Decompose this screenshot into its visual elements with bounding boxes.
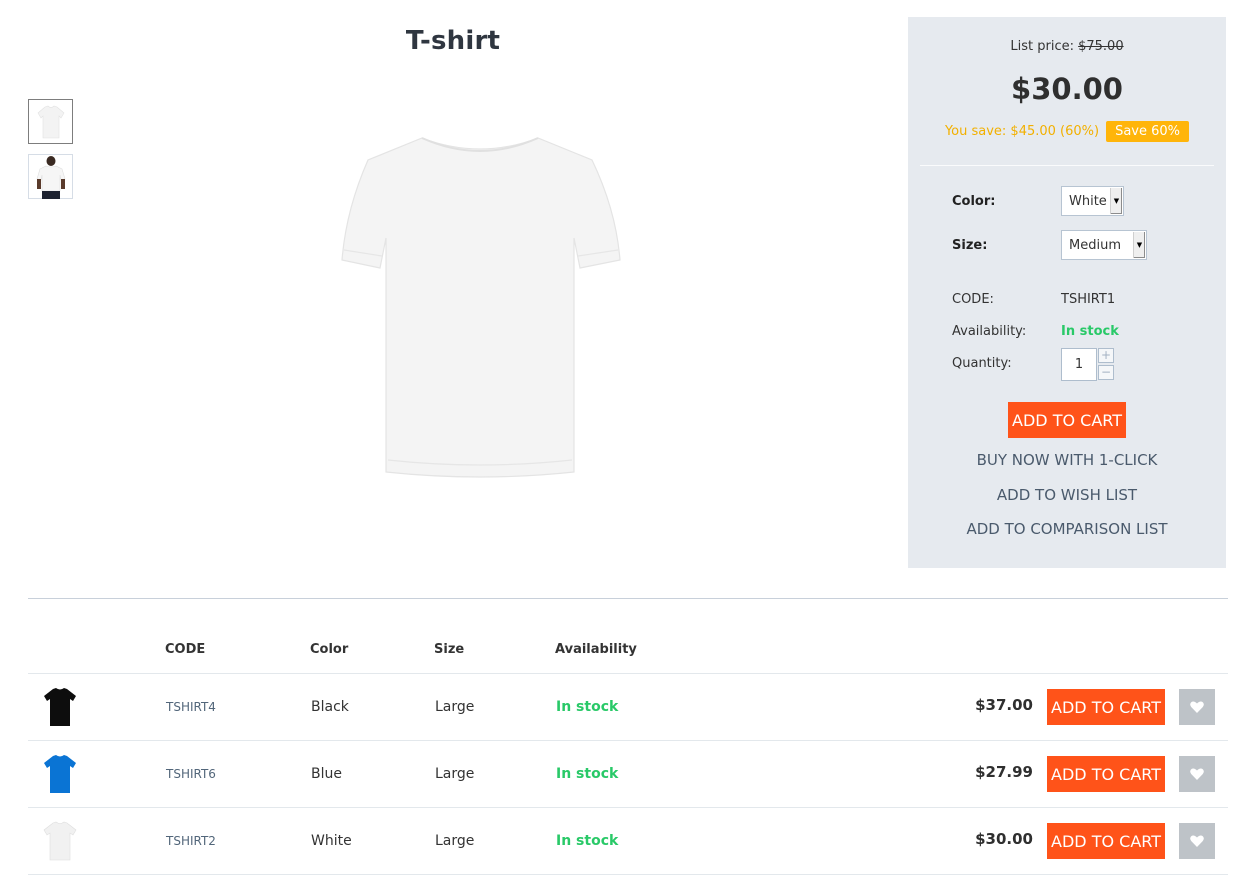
- size-select-value: Medium: [1069, 237, 1121, 253]
- current-price: $30.00: [1011, 72, 1123, 106]
- variant-wishlist-button[interactable]: [1179, 689, 1215, 725]
- list-price-value: $75.00: [1078, 39, 1124, 54]
- variant-code-link[interactable]: TSHIRT6: [166, 767, 216, 781]
- section-divider: [28, 598, 1228, 599]
- blue-tshirt-thumbnail-icon: [44, 755, 76, 793]
- row-divider: [28, 874, 1228, 875]
- plus-icon: +: [1100, 348, 1112, 362]
- column-header-availability: Availability: [555, 642, 637, 657]
- variant-color: Blue: [311, 766, 342, 782]
- buy-now-link[interactable]: BUY NOW WITH 1-CLICK: [908, 451, 1226, 469]
- tshirt-thumbnail-icon: [37, 105, 64, 138]
- availability-value: In stock: [1061, 324, 1119, 339]
- variant-size: Large: [435, 833, 475, 849]
- minus-icon: −: [1100, 365, 1112, 379]
- table-row: TSHIRT2 White Large In stock $30.00 ADD …: [28, 808, 1228, 875]
- size-label: Size:: [952, 238, 988, 253]
- list-price-label: List price:: [1010, 39, 1074, 54]
- variant-code-link[interactable]: TSHIRT2: [166, 834, 216, 848]
- add-to-comparison-link[interactable]: ADD TO COMPARISON LIST: [908, 520, 1226, 538]
- list-price: List price: $75.00: [908, 39, 1226, 54]
- savings-row: You save: $45.00 (60%) Save 60%: [908, 121, 1226, 142]
- code-value: TSHIRT1: [1061, 292, 1116, 307]
- column-header-code: CODE: [165, 642, 206, 657]
- variant-availability: In stock: [556, 833, 619, 849]
- model-thumbnail-icon: [36, 155, 65, 199]
- code-label: CODE:: [952, 292, 994, 307]
- white-tshirt-thumbnail-icon: [43, 821, 77, 861]
- column-header-size: Size: [434, 642, 465, 657]
- quantity-increase-button[interactable]: +: [1098, 348, 1114, 363]
- panel-divider: [920, 165, 1214, 166]
- add-to-wish-list-link[interactable]: ADD TO WISH LIST: [908, 486, 1226, 504]
- color-select-value: White: [1069, 193, 1107, 209]
- thumbnail-2[interactable]: [28, 154, 73, 199]
- quantity-label: Quantity:: [952, 356, 1012, 371]
- black-tshirt-thumbnail-icon: [44, 688, 76, 726]
- variant-wishlist-button[interactable]: [1179, 823, 1215, 859]
- chevron-down-icon: ▼: [1110, 188, 1122, 214]
- variant-wishlist-button[interactable]: [1179, 756, 1215, 792]
- you-save-text: You save: $45.00 (60%): [944, 124, 1100, 139]
- color-select[interactable]: White ▼: [1061, 186, 1124, 216]
- product-title: T-shirt: [405, 26, 501, 56]
- color-label: Color:: [952, 194, 996, 209]
- variant-availability: In stock: [556, 699, 619, 715]
- variant-size: Large: [435, 699, 475, 715]
- variant-color: White: [311, 833, 352, 849]
- variant-price: $27.99: [975, 763, 1033, 781]
- quantity-decrease-button[interactable]: −: [1098, 365, 1114, 380]
- purchase-panel: List price: $75.00 $30.00 You save: $45.…: [908, 17, 1226, 568]
- add-to-cart-button[interactable]: ADD TO CART: [1008, 402, 1126, 438]
- size-select[interactable]: Medium ▼: [1061, 230, 1147, 260]
- variant-add-to-cart-button[interactable]: ADD TO CART: [1047, 756, 1165, 792]
- quantity-input[interactable]: 1: [1061, 348, 1097, 381]
- main-product-image: [341, 137, 621, 478]
- variant-color: Black: [311, 699, 349, 715]
- table-row: TSHIRT4 Black Large In stock $37.00 ADD …: [28, 674, 1228, 741]
- variant-availability: In stock: [556, 766, 619, 782]
- availability-label: Availability:: [952, 324, 1027, 339]
- variant-code-link[interactable]: TSHIRT4: [166, 700, 216, 714]
- save-badge: Save 60%: [1106, 121, 1190, 142]
- column-header-color: Color: [310, 642, 349, 657]
- heart-icon: [1190, 835, 1204, 847]
- variant-add-to-cart-button[interactable]: ADD TO CART: [1047, 689, 1165, 725]
- variant-add-to-cart-button[interactable]: ADD TO CART: [1047, 823, 1165, 859]
- variant-price: $37.00: [975, 696, 1033, 714]
- variant-size: Large: [435, 766, 475, 782]
- table-row: TSHIRT6 Blue Large In stock $27.99 ADD T…: [28, 741, 1228, 808]
- chevron-down-icon: ▼: [1133, 232, 1145, 258]
- heart-icon: [1190, 768, 1204, 780]
- variant-price: $30.00: [975, 830, 1033, 848]
- heart-icon: [1190, 701, 1204, 713]
- thumbnail-1[interactable]: [28, 99, 73, 144]
